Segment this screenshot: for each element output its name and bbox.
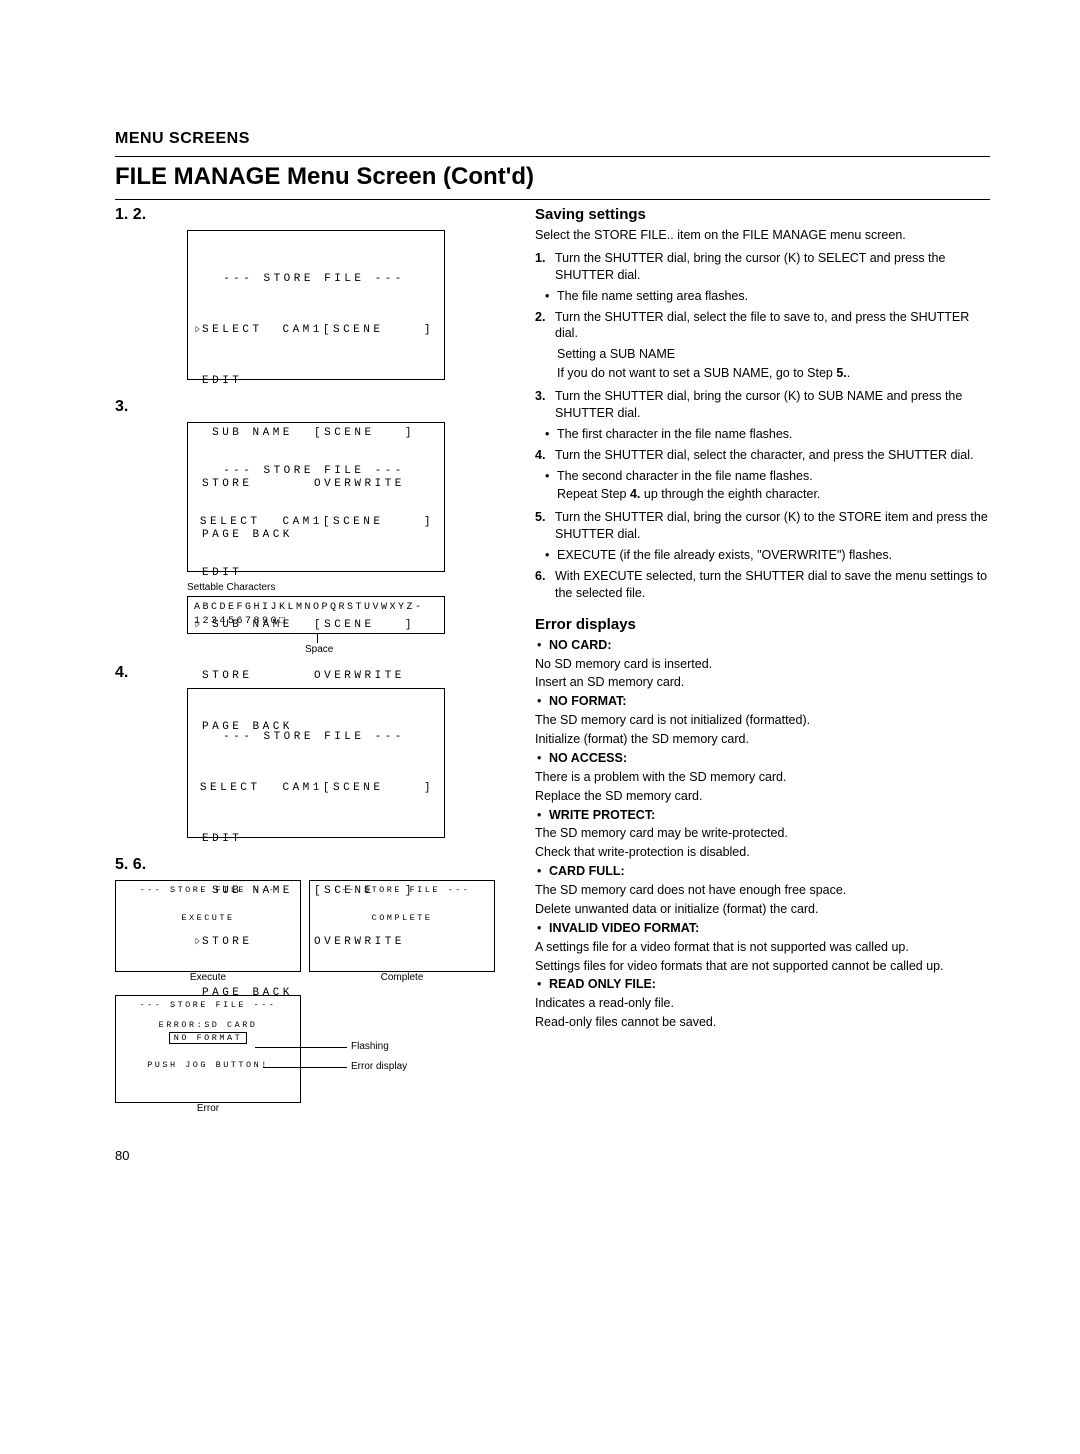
- err5-t: INVALID VIDEO FORMAT:: [549, 921, 699, 935]
- err3-l2: Check that write-protection is disabled.: [535, 844, 990, 861]
- err-title: --- STORE FILE ---: [122, 1000, 294, 1010]
- page-title: FILE MANAGE Menu Screen (Cont'd): [115, 163, 990, 191]
- right-column: Saving settings Select the STORE FILE.. …: [535, 206, 990, 1114]
- menu-screen-3: --- STORE FILE --- SELECTCAM1[SCENE ] ED…: [187, 422, 445, 572]
- step-12-label: 1. 2.: [115, 206, 507, 224]
- step6-b: With EXECUTE selected, turn the SHUTTER …: [555, 568, 990, 602]
- err5-l1: A settings file for a video format that …: [535, 939, 990, 956]
- menu-title-4: --- STORE FILE ---: [194, 729, 434, 746]
- cursor-icon: ▷: [196, 322, 201, 339]
- step4-n: 4.: [535, 447, 551, 464]
- menu-select-val: CAM1[SCENE ]: [282, 322, 434, 339]
- step2-extra1: Setting a SUB NAME: [557, 346, 990, 363]
- page-number: 80: [115, 1148, 990, 1163]
- menu-select: SELECT: [202, 322, 282, 339]
- err2-l1: There is a problem with the SD memory ca…: [535, 769, 990, 786]
- space-label: Space: [305, 644, 333, 655]
- err-push: PUSH JOG BUTTON!: [122, 1060, 294, 1070]
- step4-rep: Repeat Step 4. up through the eighth cha…: [557, 487, 820, 501]
- comp-title: --- STORE FILE ---: [316, 885, 488, 895]
- err6-l1: Indicates a read-only file.: [535, 995, 990, 1012]
- rule-top: [115, 156, 990, 157]
- menu3-select: SELECT: [200, 514, 283, 531]
- err0-l1: No SD memory card is inserted.: [535, 656, 990, 673]
- step5-n: 5.: [535, 509, 551, 543]
- charset-line1: ABCDEFGHIJKLMNOPQRSTUVWXYZ-: [194, 601, 438, 615]
- saving-intro: Select the STORE FILE.. item on the FILE…: [535, 227, 990, 244]
- err0-l2: Insert an SD memory card.: [535, 674, 990, 691]
- flashing-callout: Flashing: [351, 1041, 389, 1052]
- step4-b: Turn the SHUTTER dial, select the charac…: [555, 447, 990, 464]
- step2-n: 2.: [535, 309, 551, 343]
- error-label: Error: [115, 1103, 301, 1114]
- menu4-edit: EDIT: [202, 831, 314, 848]
- err4-l1: The SD memory card does not have enough …: [535, 882, 990, 899]
- saving-heading: Saving settings: [535, 206, 990, 223]
- charset-line2: 1234567890□: [194, 615, 438, 629]
- execute-box: --- STORE FILE --- EXECUTE: [115, 880, 301, 972]
- space-tick: [317, 633, 318, 643]
- exec-mid: EXECUTE: [122, 913, 294, 923]
- menu-screen-4: --- STORE FILE --- SELECTCAM1[SCENE ] ED…: [187, 688, 445, 838]
- step5-b: Turn the SHUTTER dial, bring the cursor …: [555, 509, 990, 543]
- settable-chars-box: ABCDEFGHIJKLMNOPQRSTUVWXYZ- 1234567890□: [187, 596, 445, 634]
- err1-l2: Initialize (format) the SD memory card.: [535, 731, 990, 748]
- err6-t: READ ONLY FILE:: [549, 977, 656, 991]
- err-line: ERROR:SD CARD: [122, 1020, 294, 1030]
- menu3-edit: EDIT: [202, 565, 314, 582]
- menu3-select-val: CAM1[SCENE ]: [282, 514, 434, 531]
- err6-l2: Read-only files cannot be saved.: [535, 1014, 990, 1031]
- menu-edit: EDIT: [202, 373, 314, 390]
- rule-under-title: [115, 199, 990, 200]
- error-list: •NO CARD: No SD memory card is inserted.…: [535, 637, 990, 1031]
- step6-n: 6.: [535, 568, 551, 602]
- step2-b: Turn the SHUTTER dial, select the file t…: [555, 309, 990, 343]
- step3-b: Turn the SHUTTER dial, bring the cursor …: [555, 388, 990, 422]
- err-inner: NO FORMAT: [169, 1032, 247, 1044]
- error-heading: Error displays: [535, 616, 990, 633]
- step2-extra2: If you do not want to set a SUB NAME, go…: [557, 366, 850, 380]
- err2-t: NO ACCESS:: [549, 751, 627, 765]
- err1-t: NO FORMAT:: [549, 694, 627, 708]
- menu-title-3: --- STORE FILE ---: [194, 463, 434, 480]
- err3-l1: The SD memory card may be write-protecte…: [535, 825, 990, 842]
- menu-screen-12: --- STORE FILE --- ▷SELECTCAM1[SCENE ] E…: [187, 230, 445, 380]
- menu-title: --- STORE FILE ---: [194, 271, 434, 288]
- error-callouts: Flashing Error display: [315, 995, 495, 1103]
- err5-l2: Settings files for video formats that ar…: [535, 958, 990, 975]
- menu4-select-val: CAM1[SCENE ]: [282, 780, 434, 797]
- err2-l2: Replace the SD memory card.: [535, 788, 990, 805]
- err1-l1: The SD memory card is not initialized (f…: [535, 712, 990, 729]
- exec-title: --- STORE FILE ---: [122, 885, 294, 895]
- err4-l2: Delete unwanted data or initialize (form…: [535, 901, 990, 918]
- err4-t: CARD FULL:: [549, 864, 625, 878]
- step1-b: Turn the SHUTTER dial, bring the cursor …: [555, 250, 990, 284]
- menu3-store: STORE: [202, 668, 314, 685]
- step3-sub: The first character in the file name fla…: [557, 427, 793, 441]
- step1-sub: The file name setting area flashes.: [557, 289, 748, 303]
- left-column: 1. 2. --- STORE FILE --- ▷SELECTCAM1[SCE…: [115, 206, 507, 1114]
- errordisplay-callout: Error display: [351, 1061, 407, 1072]
- complete-box: --- STORE FILE --- COMPLETE: [309, 880, 495, 972]
- comp-mid: COMPLETE: [316, 913, 488, 923]
- err0-t: NO CARD:: [549, 638, 612, 652]
- step4-sub: The second character in the file name fl…: [557, 469, 813, 483]
- section-kicker: MENU SCREENS: [115, 130, 990, 148]
- error-box: --- STORE FILE --- ERROR:SD CARD NO FORM…: [115, 995, 301, 1103]
- err3-t: WRITE PROTECT:: [549, 808, 655, 822]
- step5-sub: EXECUTE (if the file already exists, "OV…: [557, 548, 892, 562]
- menu3-store-val: OVERWRITE: [314, 668, 434, 685]
- step1-n: 1.: [535, 250, 551, 284]
- menu4-select: SELECT: [200, 780, 283, 797]
- step3-n: 3.: [535, 388, 551, 422]
